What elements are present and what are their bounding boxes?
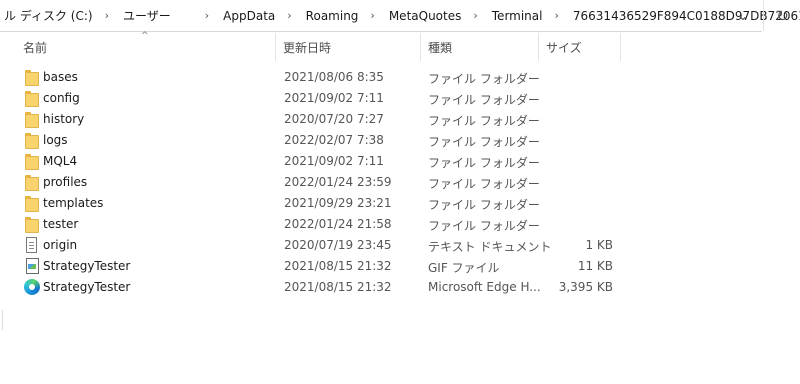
file-row[interactable]: bases 2021/08/06 8:35 ファイル フォルダー bbox=[0, 67, 640, 88]
breadcrumb-appdata[interactable]: AppData bbox=[219, 9, 279, 23]
file-type: ファイル フォルダー bbox=[428, 198, 540, 212]
column-header-date[interactable]: 更新日時 bbox=[276, 33, 421, 61]
chevron-right-icon[interactable]: › bbox=[97, 9, 119, 22]
breadcrumb-drive[interactable]: ル ディスク (C:) bbox=[0, 7, 97, 24]
chevron-right-icon[interactable]: › bbox=[546, 9, 568, 22]
chevron-right-icon[interactable]: › bbox=[279, 9, 301, 22]
file-name: templates bbox=[43, 196, 104, 210]
file-type: ファイル フォルダー bbox=[428, 177, 540, 191]
folder-icon bbox=[24, 132, 40, 149]
chevron-right-icon[interactable]: › bbox=[362, 9, 384, 22]
file-name: tester bbox=[43, 217, 79, 231]
file-name: StrategyTester bbox=[43, 280, 131, 294]
file-row[interactable]: origin 2020/07/19 23:45 テキスト ドキュメント 1 KB bbox=[0, 235, 640, 256]
column-header-type-label: 種類 bbox=[428, 40, 453, 55]
file-date: 2020/07/20 7:27 bbox=[284, 112, 384, 126]
file-type: テキスト ドキュメント bbox=[428, 240, 552, 254]
address-bar[interactable]: ル ディスク (C:) › ユーザー › AppData › Roaming ›… bbox=[0, 0, 800, 32]
column-header-name[interactable]: 名前 bbox=[16, 33, 276, 61]
folder-icon bbox=[24, 69, 40, 86]
breadcrumb-users[interactable]: ユーザー bbox=[119, 7, 175, 24]
file-name: profiles bbox=[43, 175, 88, 189]
file-type: ファイル フォルダー bbox=[428, 114, 540, 128]
file-row[interactable]: profiles 2022/01/24 23:59 ファイル フォルダー bbox=[0, 172, 640, 193]
folder-icon bbox=[24, 174, 40, 191]
file-date: 2021/09/02 7:11 bbox=[284, 154, 384, 168]
file-name: StrategyTester bbox=[43, 259, 131, 273]
file-row[interactable]: config 2021/09/02 7:11 ファイル フォルダー bbox=[0, 88, 640, 109]
file-name: logs bbox=[43, 133, 68, 147]
breadcrumb-roaming[interactable]: Roaming bbox=[302, 9, 363, 23]
chevron-right-icon[interactable]: › bbox=[465, 9, 487, 22]
file-date: 2022/02/07 7:38 bbox=[284, 133, 384, 147]
file-name: bases bbox=[43, 70, 78, 84]
column-headers: ^ 名前 更新日時 種類 サイズ bbox=[0, 31, 800, 61]
file-size: 3,395 KB bbox=[558, 280, 613, 294]
edge-html-icon bbox=[24, 279, 40, 295]
file-date: 2021/08/06 8:35 bbox=[284, 70, 384, 84]
breadcrumb-terminal[interactable]: Terminal bbox=[488, 9, 547, 23]
file-type: ファイル フォルダー bbox=[428, 93, 540, 107]
folder-icon bbox=[24, 111, 40, 128]
file-size: 11 KB bbox=[577, 259, 613, 273]
chevron-down-icon[interactable]: ⌄ bbox=[733, 6, 753, 26]
refresh-button[interactable]: ↻ bbox=[763, 0, 800, 31]
folder-icon bbox=[24, 153, 40, 170]
breadcrumb: ル ディスク (C:) › ユーザー › AppData › Roaming ›… bbox=[0, 0, 800, 31]
folder-icon bbox=[24, 90, 40, 107]
refresh-icon: ↻ bbox=[776, 6, 789, 25]
file-date: 2021/08/15 21:32 bbox=[284, 259, 392, 273]
file-date: 2021/08/15 21:32 bbox=[284, 280, 392, 294]
column-header-size[interactable]: サイズ bbox=[539, 33, 621, 61]
file-name: config bbox=[43, 91, 80, 105]
file-date: 2022/01/24 21:58 bbox=[284, 217, 392, 231]
file-type: ファイル フォルダー bbox=[428, 219, 540, 233]
file-type: Microsoft Edge H... bbox=[428, 280, 541, 294]
file-name: origin bbox=[43, 238, 78, 252]
file-row[interactable]: logs 2022/02/07 7:38 ファイル フォルダー bbox=[0, 130, 640, 151]
gif-file-icon bbox=[24, 258, 40, 274]
file-row[interactable]: tester 2022/01/24 21:58 ファイル フォルダー bbox=[0, 214, 640, 235]
file-name: MQL4 bbox=[43, 154, 78, 168]
file-row[interactable]: templates 2021/09/29 23:21 ファイル フォルダー bbox=[0, 193, 640, 214]
file-type: ファイル フォルダー bbox=[428, 135, 540, 149]
file-type: ファイル フォルダー bbox=[428, 156, 540, 170]
folder-icon bbox=[24, 195, 40, 212]
file-date: 2020/07/19 23:45 bbox=[284, 238, 392, 252]
column-header-name-label: 名前 bbox=[23, 40, 48, 55]
file-row[interactable]: history 2020/07/20 7:27 ファイル フォルダー bbox=[0, 109, 640, 130]
file-row[interactable]: StrategyTester 2021/08/15 21:32 GIF ファイル 11… bbox=[0, 256, 640, 277]
file-row[interactable]: StrategyTester 2021/08/15 21:32 Microsoft … bbox=[0, 277, 640, 298]
file-date: 2021/09/29 23:21 bbox=[284, 196, 392, 210]
file-list: bases 2021/08/06 8:35 ファイル フォルダー config 202… bbox=[0, 67, 640, 298]
column-header-type[interactable]: 種類 bbox=[421, 33, 539, 61]
file-row[interactable]: MQL4 2021/09/02 7:11 ファイル フォルダー bbox=[0, 151, 640, 172]
divider bbox=[2, 310, 3, 330]
column-header-date-label: 更新日時 bbox=[283, 40, 332, 55]
folder-icon bbox=[24, 216, 40, 233]
column-header-size-label: サイズ bbox=[546, 40, 582, 55]
file-date: 2022/01/24 23:59 bbox=[284, 175, 392, 189]
file-type: GIF ファイル bbox=[428, 261, 500, 275]
file-name: history bbox=[43, 112, 85, 126]
file-size: 1 KB bbox=[585, 238, 613, 252]
chevron-right-icon[interactable]: › bbox=[175, 9, 219, 22]
file-type: ファイル フォルダー bbox=[428, 72, 540, 86]
file-date: 2021/09/02 7:11 bbox=[284, 91, 384, 105]
text-document-icon bbox=[24, 237, 40, 253]
breadcrumb-metaquotes[interactable]: MetaQuotes bbox=[385, 9, 466, 23]
